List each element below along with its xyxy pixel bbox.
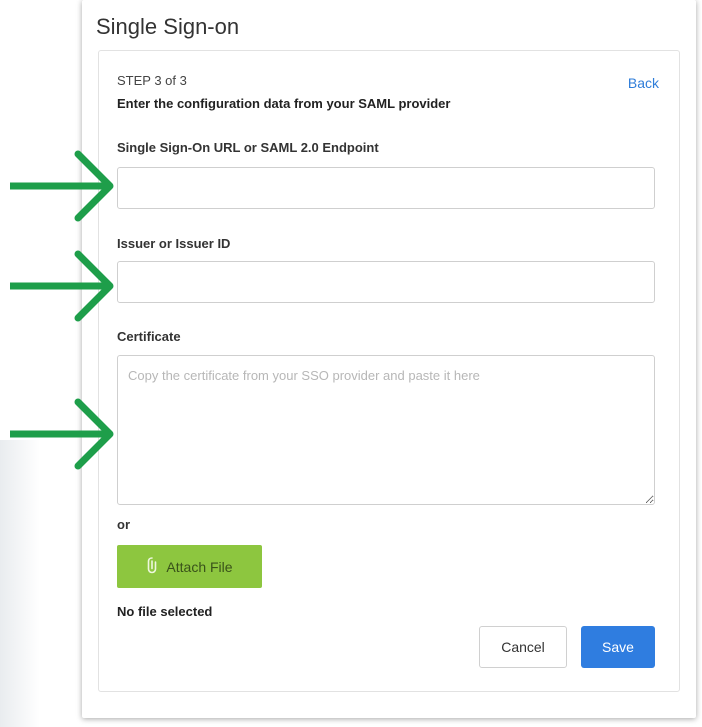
issuer-label: Issuer or Issuer ID	[117, 236, 231, 251]
step-indicator: STEP 3 of 3	[117, 73, 187, 88]
paperclip-icon	[146, 556, 166, 577]
or-separator: or	[117, 517, 130, 532]
backdrop-shade	[0, 440, 40, 727]
right-arrow-icon	[10, 250, 114, 322]
issuer-input[interactable]	[117, 261, 655, 303]
configuration-panel: STEP 3 of 3 Enter the configuration data…	[98, 50, 680, 692]
certificate-label: Certificate	[117, 329, 181, 344]
sso-url-input[interactable]	[117, 167, 655, 209]
cancel-button[interactable]: Cancel	[479, 626, 567, 668]
right-arrow-icon	[10, 150, 114, 222]
back-link[interactable]: Back	[628, 75, 659, 91]
right-arrow-icon	[10, 398, 114, 470]
save-button[interactable]: Save	[581, 626, 655, 668]
attach-file-button[interactable]: Attach File	[117, 545, 262, 588]
single-sign-on-dialog: Single Sign-on STEP 3 of 3 Enter the con…	[82, 0, 696, 718]
certificate-textarea[interactable]	[117, 355, 655, 505]
sso-url-label: Single Sign-On URL or SAML 2.0 Endpoint	[117, 140, 379, 155]
attach-file-label: Attach File	[166, 558, 233, 575]
step-instruction: Enter the configuration data from your S…	[117, 96, 451, 111]
dialog-title: Single Sign-on	[96, 14, 240, 39]
file-status: No file selected	[117, 604, 213, 619]
